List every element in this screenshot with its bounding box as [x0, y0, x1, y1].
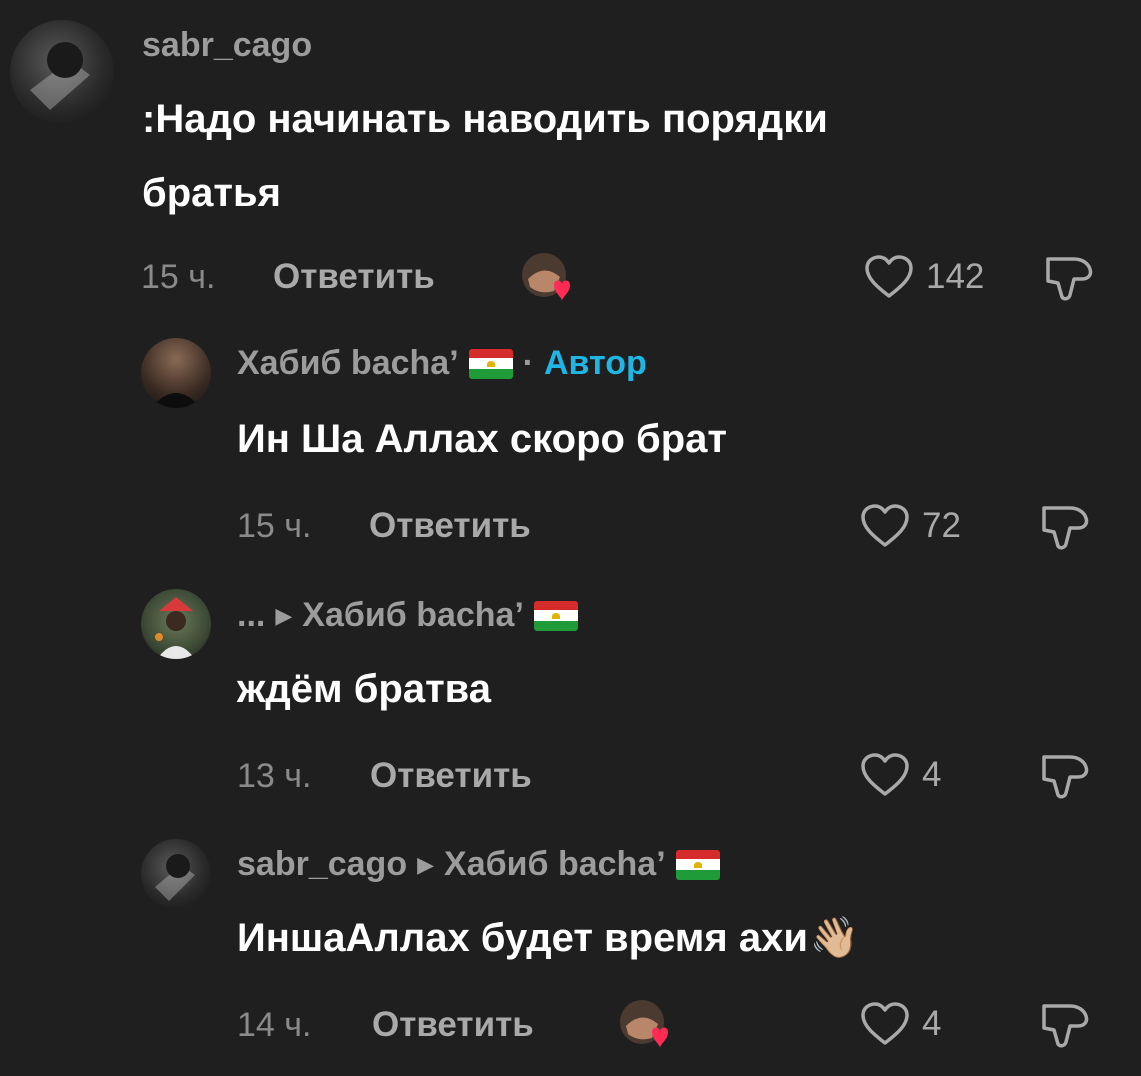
heart-outline-icon[interactable] — [864, 254, 914, 300]
author-badge: Автор — [543, 344, 647, 382]
reply-button[interactable]: Ответить — [273, 257, 435, 297]
thumbs-down-icon[interactable] — [1044, 253, 1096, 303]
reply-button[interactable]: Ответить — [369, 506, 531, 546]
username[interactable]: sabr_cago ▶ Хабиб bacha’ — [237, 845, 720, 884]
timestamp: 14 ч. — [237, 1006, 312, 1044]
dislike-button[interactable] — [1044, 253, 1096, 308]
comment-text-line: братья — [142, 171, 281, 215]
reply-button[interactable]: Ответить — [372, 1005, 534, 1045]
comment-text: ИншаАллах будет время ахи 👋🏼 — [237, 901, 860, 975]
dislike-button[interactable] — [1040, 502, 1092, 557]
creator-liked-icon — [618, 998, 674, 1054]
like-button[interactable]: 142 — [864, 254, 984, 300]
reply-button[interactable]: Ответить — [370, 756, 532, 796]
dislike-button[interactable] — [1040, 751, 1092, 806]
heart-outline-icon[interactable] — [860, 1001, 910, 1047]
like-count: 142 — [926, 257, 985, 296]
thumbs-down-icon[interactable] — [1040, 502, 1092, 552]
comment-text: :Надо начинать наводить порядки братья — [142, 82, 828, 230]
thumbs-down-icon[interactable] — [1040, 751, 1092, 801]
heart-outline-icon[interactable] — [860, 752, 910, 798]
dislike-button[interactable] — [1040, 1000, 1092, 1055]
thumbs-down-icon[interactable] — [1040, 1000, 1092, 1050]
avatar[interactable] — [141, 589, 211, 659]
comment-text: ждём братва — [237, 667, 491, 711]
timestamp: 15 ч. — [237, 507, 312, 545]
tajikistan-flag-icon — [468, 348, 513, 379]
comment-text: Ин Ша Аллах скоро брат — [237, 417, 728, 461]
avatar[interactable] — [141, 338, 211, 408]
username[interactable]: ... ▶ Хабиб bacha’ — [237, 596, 578, 635]
tajikistan-flag-icon — [675, 849, 720, 880]
timestamp: 13 ч. — [237, 757, 312, 795]
heart-outline-icon[interactable] — [860, 503, 910, 549]
creator-liked-icon — [520, 251, 576, 307]
username[interactable]: Хабиб bacha’ · Автор — [237, 344, 647, 383]
like-button[interactable]: 72 — [860, 503, 961, 549]
waving-hand-icon: 👋🏼 — [809, 916, 860, 960]
like-button[interactable]: 4 — [860, 1001, 941, 1047]
username[interactable]: sabr_cago — [142, 26, 312, 65]
separator: · — [522, 344, 534, 382]
avatar[interactable] — [10, 20, 114, 124]
comment-text-line: :Надо начинать наводить порядки — [142, 97, 828, 141]
triangle-right-icon: ▶ — [275, 602, 293, 628]
triangle-right-icon: ▶ — [417, 851, 435, 877]
like-count: 72 — [922, 506, 961, 545]
like-count: 4 — [922, 755, 942, 794]
reply-to-username[interactable]: Хабиб bacha’ — [444, 845, 666, 884]
like-button[interactable]: 4 — [860, 752, 941, 798]
like-count: 4 — [922, 1004, 942, 1043]
tajikistan-flag-icon — [533, 600, 578, 631]
avatar[interactable] — [141, 839, 211, 909]
timestamp: 15 ч. — [141, 258, 216, 296]
reply-to-username[interactable]: Хабиб bacha’ — [302, 596, 524, 635]
